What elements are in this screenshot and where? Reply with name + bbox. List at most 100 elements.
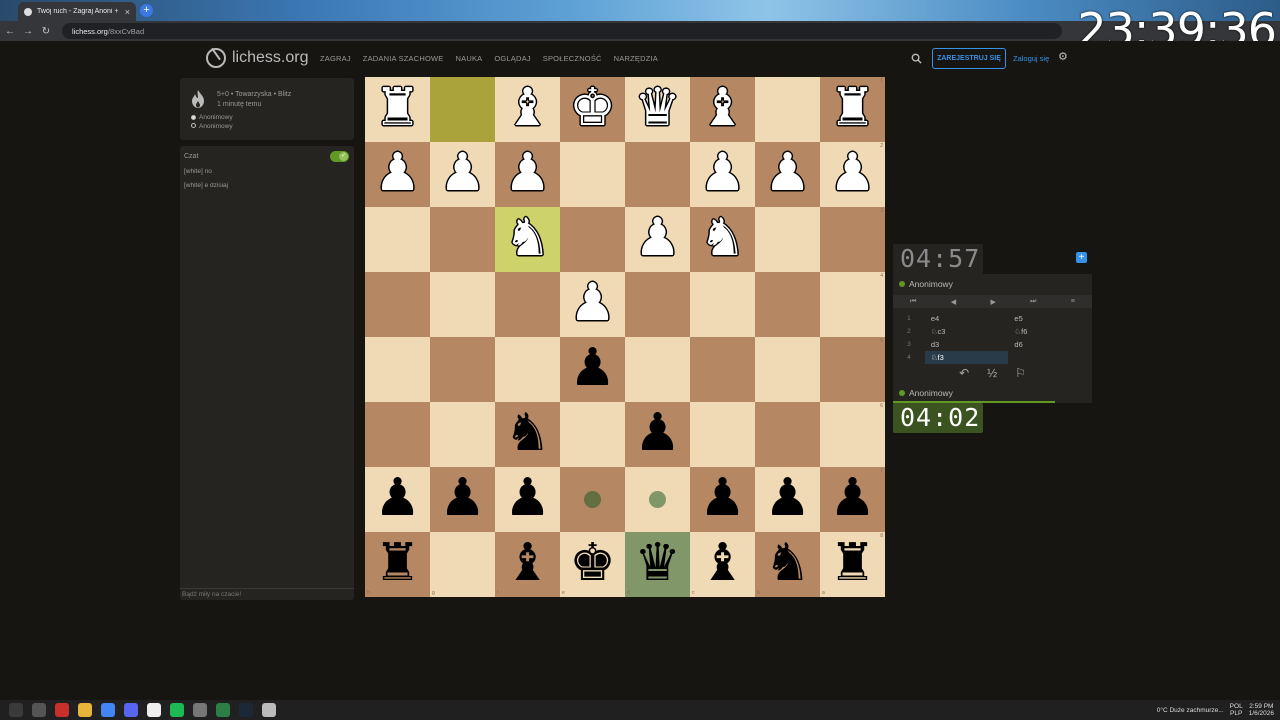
board-square[interactable]: ♟ bbox=[625, 207, 690, 272]
white-pawn-icon[interactable]: ♟ bbox=[690, 142, 755, 207]
black-queen-icon[interactable]: ♛ bbox=[625, 532, 690, 597]
board-square[interactable]: ♝ f bbox=[495, 532, 560, 597]
move-white[interactable]: e4 bbox=[925, 312, 1009, 325]
board-square[interactable]: ♛ d bbox=[625, 532, 690, 597]
steam-icon[interactable] bbox=[239, 703, 253, 717]
black-king-icon[interactable]: ♚ bbox=[560, 532, 625, 597]
black-pawn-icon[interactable]: ♟ bbox=[755, 467, 820, 532]
spotify-icon[interactable] bbox=[170, 703, 184, 717]
terminal-icon[interactable] bbox=[216, 703, 230, 717]
white-pawn-icon[interactable]: ♟ bbox=[755, 142, 820, 207]
board-square[interactable]: ♟ bbox=[560, 272, 625, 337]
white-pawn-icon[interactable]: ♟ bbox=[625, 207, 690, 272]
black-pawn-icon[interactable]: ♟ bbox=[495, 467, 560, 532]
menu-item-tools[interactable]: NARZĘDZIA bbox=[614, 54, 658, 63]
tray-clock[interactable]: 2:59 PM 1/6/2026 bbox=[1249, 703, 1274, 717]
board-square[interactable] bbox=[365, 402, 430, 467]
move-black[interactable]: d6 bbox=[1008, 338, 1092, 351]
new-tab-button[interactable]: + bbox=[140, 4, 153, 17]
site-logo[interactable]: lichess.org bbox=[206, 48, 308, 68]
board-square[interactable] bbox=[755, 337, 820, 402]
board-square[interactable]: ♟ bbox=[690, 142, 755, 207]
board-square[interactable]: 6 bbox=[820, 402, 885, 467]
legal-move-dot[interactable] bbox=[649, 491, 666, 508]
move-white[interactable]: ♘c3 bbox=[925, 325, 1009, 338]
board-square[interactable] bbox=[625, 142, 690, 207]
board-square[interactable] bbox=[755, 77, 820, 142]
app-icon[interactable] bbox=[262, 703, 276, 717]
black-rook-icon[interactable]: ♜ bbox=[365, 532, 430, 597]
white-pawn-icon[interactable]: ♟ bbox=[495, 142, 560, 207]
board-square[interactable]: ♟ bbox=[625, 402, 690, 467]
board-square[interactable] bbox=[560, 142, 625, 207]
prev-move-icon[interactable]: ◀ bbox=[951, 298, 956, 306]
board-square[interactable]: ♟ bbox=[755, 467, 820, 532]
board-square[interactable]: ♞ bbox=[495, 207, 560, 272]
resign-flag-icon[interactable]: ⚐ bbox=[1015, 366, 1026, 380]
board-square[interactable]: ♟ bbox=[365, 467, 430, 532]
black-knight-icon[interactable]: ♞ bbox=[495, 402, 560, 467]
board-square[interactable] bbox=[625, 337, 690, 402]
menu-item-play[interactable]: ZAGRAJ bbox=[320, 54, 351, 63]
menu-item-community[interactable]: SPOŁECZNOŚĆ bbox=[543, 54, 602, 63]
black-pawn-icon[interactable]: ♟ bbox=[430, 467, 495, 532]
board-square[interactable] bbox=[495, 337, 560, 402]
board-square[interactable] bbox=[755, 272, 820, 337]
white-king-icon[interactable]: ♚ bbox=[560, 77, 625, 142]
board-square[interactable] bbox=[430, 207, 495, 272]
chrome-icon[interactable] bbox=[101, 703, 115, 717]
board-square[interactable] bbox=[495, 272, 560, 337]
chat-input[interactable]: Bądź miły na czacie! bbox=[180, 588, 354, 600]
board-square[interactable]: 5 bbox=[820, 337, 885, 402]
black-bishop-icon[interactable]: ♝ bbox=[690, 532, 755, 597]
white-rook-icon[interactable]: ♜ bbox=[365, 77, 430, 142]
board-square[interactable]: ♞ bbox=[690, 207, 755, 272]
board-square[interactable]: ♜ a 8 bbox=[820, 532, 885, 597]
board-square[interactable] bbox=[365, 272, 430, 337]
white-pawn-icon[interactable]: ♟ bbox=[430, 142, 495, 207]
board-square[interactable]: ♛ bbox=[625, 77, 690, 142]
next-move-icon[interactable]: ▶ bbox=[990, 298, 995, 306]
menu-item-watch[interactable]: OGLĄDAJ bbox=[494, 54, 530, 63]
board-square[interactable] bbox=[625, 467, 690, 532]
white-rook-icon[interactable]: ♜ bbox=[820, 77, 885, 142]
board-square[interactable]: ♜ h bbox=[365, 532, 430, 597]
white-knight-icon[interactable]: ♞ bbox=[495, 207, 560, 272]
board-square[interactable]: ♟ bbox=[430, 467, 495, 532]
move-white-current[interactable]: ♘f3 bbox=[924, 351, 1009, 364]
white-bishop-icon[interactable]: ♝ bbox=[690, 77, 755, 142]
takeback-icon[interactable]: ↶ bbox=[959, 366, 969, 380]
white-pawn-icon[interactable]: ♟ bbox=[365, 142, 430, 207]
board-square[interactable]: ♜ bbox=[365, 77, 430, 142]
board-square[interactable]: 4 bbox=[820, 272, 885, 337]
last-move-icon[interactable]: ⏭ bbox=[1030, 298, 1036, 306]
menu-item-learn[interactable]: NAUKA bbox=[456, 54, 483, 63]
move-black[interactable] bbox=[1008, 351, 1092, 364]
white-pawn-icon[interactable]: ♟ bbox=[560, 272, 625, 337]
board-square[interactable]: ♟ bbox=[560, 337, 625, 402]
start-icon[interactable] bbox=[9, 703, 23, 717]
board-square[interactable] bbox=[560, 402, 625, 467]
black-knight-icon[interactable]: ♞ bbox=[755, 532, 820, 597]
add-time-button[interactable]: + bbox=[1076, 252, 1087, 263]
menu-icon[interactable]: ≡ bbox=[1071, 298, 1075, 305]
black-rook-icon[interactable]: ♜ bbox=[820, 532, 885, 597]
board-square[interactable]: ♟ bbox=[495, 467, 560, 532]
board-square[interactable] bbox=[430, 337, 495, 402]
chat-toggle[interactable] bbox=[330, 151, 349, 162]
move-black[interactable]: e5 bbox=[1008, 312, 1092, 325]
brave-icon[interactable] bbox=[55, 703, 69, 717]
board-square[interactable] bbox=[560, 207, 625, 272]
board-square[interactable] bbox=[690, 272, 755, 337]
explorer-icon[interactable] bbox=[78, 703, 92, 717]
black-pawn-icon[interactable]: ♟ bbox=[365, 467, 430, 532]
back-icon[interactable]: ← bbox=[2, 26, 18, 37]
black-pawn-icon[interactable]: ♟ bbox=[820, 467, 885, 532]
task-view-icon[interactable] bbox=[32, 703, 46, 717]
black-pawn-icon[interactable]: ♟ bbox=[690, 467, 755, 532]
tab-close-icon[interactable]: × bbox=[125, 7, 130, 17]
board-square[interactable] bbox=[430, 402, 495, 467]
board-square[interactable]: ♟ bbox=[690, 467, 755, 532]
board-square[interactable]: ♚ e bbox=[560, 532, 625, 597]
white-bishop-icon[interactable]: ♝ bbox=[495, 77, 560, 142]
